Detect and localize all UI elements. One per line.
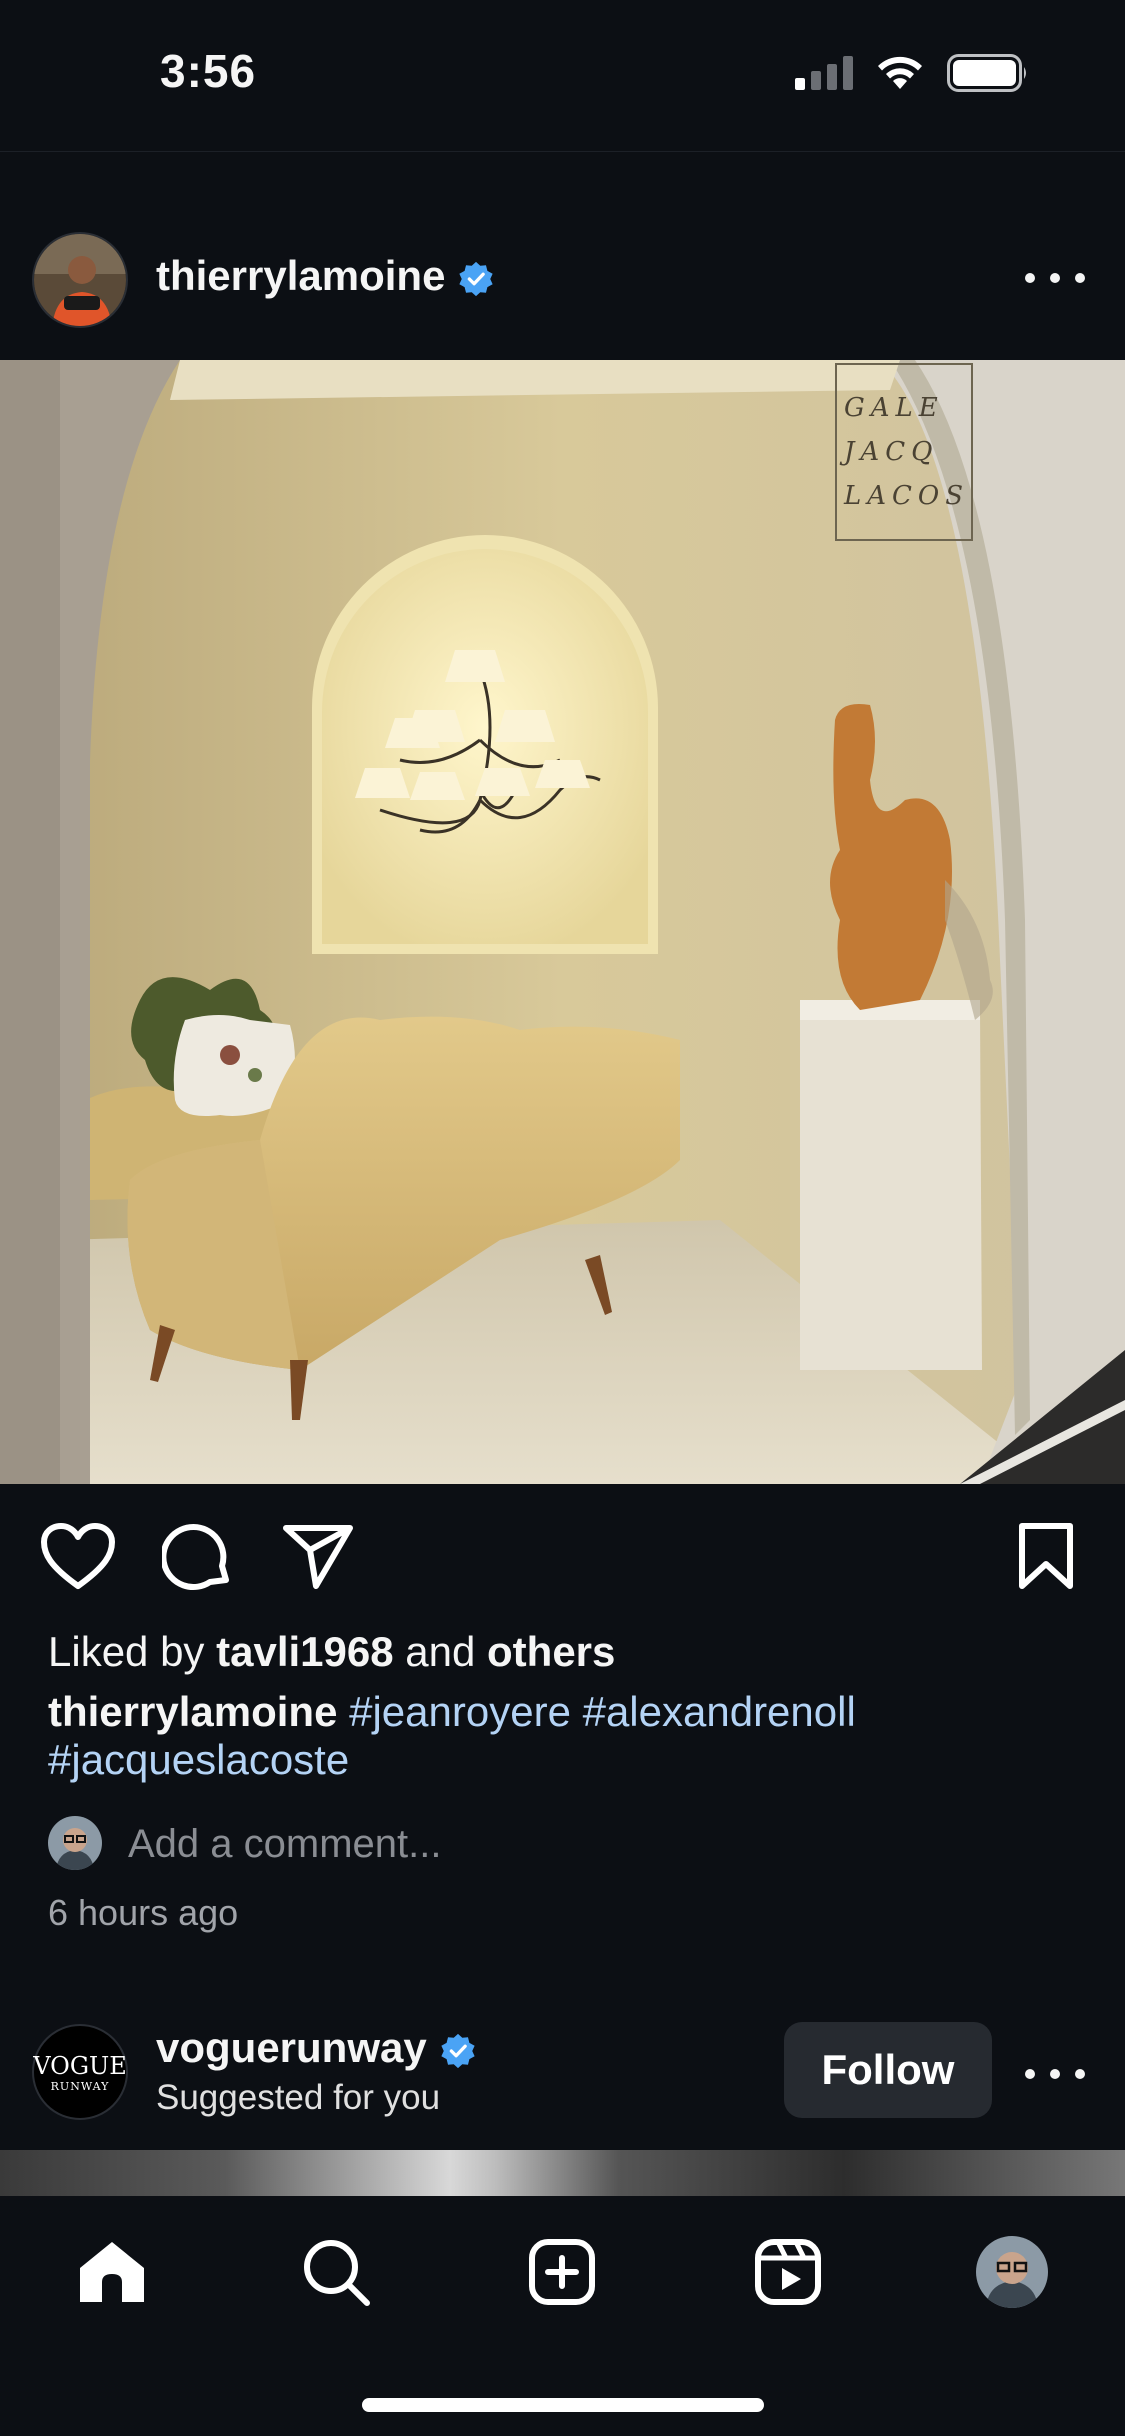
save-bookmark-icon[interactable] bbox=[1016, 1522, 1076, 1592]
next-post-image-preview[interactable] bbox=[0, 2150, 1125, 2196]
status-time: 3:56 bbox=[160, 45, 257, 97]
suggested-account-username[interactable]: voguerunway bbox=[156, 2024, 477, 2072]
follow-button[interactable]: Follow bbox=[784, 2022, 992, 2118]
wifi-icon bbox=[878, 56, 922, 89]
post-image[interactable]: GALE JACQ LACOS bbox=[0, 360, 1125, 1484]
tab-home[interactable] bbox=[72, 2232, 152, 2312]
hashtag-link[interactable]: #jeanroyere bbox=[349, 1688, 571, 1735]
suggested-post-header: VOGUE RUNWAY voguerunway Suggested for y… bbox=[0, 2020, 1125, 2130]
tab-reels[interactable] bbox=[748, 2232, 828, 2312]
hashtag-link[interactable]: #jacqueslacoste bbox=[48, 1736, 349, 1783]
liked-by-others[interactable]: others bbox=[487, 1628, 615, 1675]
dot-icon bbox=[1075, 273, 1085, 283]
verified-badge-icon bbox=[459, 261, 494, 297]
avatar-logo-subtext: RUNWAY bbox=[50, 2079, 110, 2093]
likes-prefix: Liked by bbox=[48, 1628, 217, 1675]
caption-username[interactable]: thierrylamoine bbox=[48, 1688, 337, 1735]
likes-summary[interactable]: Liked by tavli1968 and others bbox=[48, 1628, 615, 1676]
post-header: thierrylamoine bbox=[0, 228, 1125, 328]
suggested-more-options-button[interactable] bbox=[1025, 2068, 1085, 2080]
dot-icon bbox=[1025, 273, 1035, 283]
dot-icon bbox=[1050, 273, 1060, 283]
post-author-avatar[interactable] bbox=[32, 232, 128, 328]
status-icons bbox=[795, 54, 1029, 92]
create-post-icon bbox=[529, 2239, 595, 2305]
likes-mid: and bbox=[393, 1628, 488, 1675]
svg-text:GALE: GALE bbox=[844, 393, 944, 423]
tab-profile[interactable] bbox=[972, 2232, 1052, 2312]
post-author-username[interactable]: thierrylamoine bbox=[156, 252, 495, 300]
dot-icon bbox=[1050, 2069, 1060, 2079]
share-send-icon[interactable] bbox=[282, 1522, 354, 1592]
home-indicator[interactable] bbox=[362, 2398, 764, 2412]
status-bar: 3:56 bbox=[0, 0, 1125, 152]
current-user-avatar bbox=[48, 1816, 102, 1870]
liked-by-user[interactable]: tavli1968 bbox=[216, 1628, 393, 1675]
tab-search[interactable] bbox=[296, 2232, 376, 2312]
suggested-account-avatar[interactable]: VOGUE RUNWAY bbox=[32, 2024, 128, 2120]
post-actions bbox=[0, 1516, 1125, 1596]
avatar-logo-text: VOGUE bbox=[33, 2051, 127, 2080]
add-comment-row[interactable]: Add a comment... bbox=[48, 1814, 1048, 1874]
post-timestamp: 6 hours ago bbox=[48, 1892, 239, 1933]
cellular-signal-icon bbox=[795, 56, 853, 90]
comment-icon[interactable] bbox=[162, 1522, 234, 1594]
tab-create[interactable] bbox=[522, 2232, 602, 2312]
home-icon bbox=[80, 2242, 144, 2302]
dot-icon bbox=[1075, 2069, 1085, 2079]
post-more-options-button[interactable] bbox=[1025, 258, 1085, 298]
like-heart-icon[interactable] bbox=[40, 1522, 116, 1592]
add-comment-input[interactable]: Add a comment... bbox=[128, 1822, 441, 1867]
hashtag-link[interactable]: #alexandrenoll bbox=[583, 1688, 856, 1735]
battery-icon bbox=[947, 54, 1026, 92]
svg-text:JACQ: JACQ bbox=[839, 437, 938, 467]
dot-icon bbox=[1025, 2069, 1035, 2079]
profile-avatar bbox=[976, 2236, 1048, 2308]
verified-badge-icon bbox=[441, 2033, 475, 2069]
svg-text:LACOS: LACOS bbox=[843, 481, 969, 511]
suggested-label: Suggested for you bbox=[156, 2078, 441, 2117]
post-caption: thierrylamoine #jeanroyere #alexandrenol… bbox=[48, 1688, 1078, 1784]
reels-icon bbox=[755, 2239, 821, 2305]
search-icon bbox=[304, 2240, 370, 2306]
